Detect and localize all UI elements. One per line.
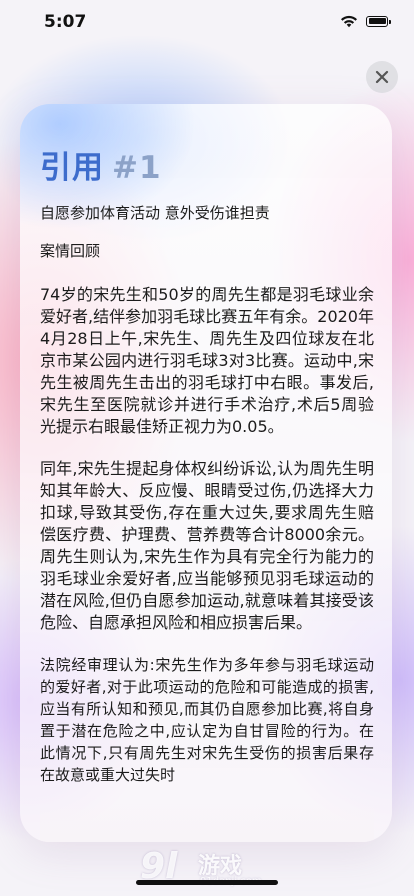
close-icon bbox=[375, 70, 389, 84]
article-paragraph: 法院经审理认为:宋先生作为多年参与羽毛球运动的爱好者,对于此项运动的危险和可能造… bbox=[40, 656, 374, 784]
quote-card: 引用 #1 自愿参加体育活动 意外受伤谁担责 案情回顾 74岁的宋先生和50岁的周… bbox=[20, 104, 392, 842]
article-paragraph: 74岁的宋先生和50岁的周先生都是羽毛球业余爱好者,结伴参加羽毛球比赛五年有余。… bbox=[40, 285, 374, 436]
card-title: 引用 #1 bbox=[40, 142, 162, 187]
card-title-label: 引用 bbox=[40, 150, 104, 186]
wifi-icon bbox=[341, 15, 357, 28]
home-indicator[interactable] bbox=[136, 880, 278, 885]
section-title: 案情回顾 bbox=[40, 242, 101, 260]
article-paragraph: 同年,宋先生提起身体权纠纷诉讼,认为周先生明知其年龄大、反应慢、眼睛受过伤,仍选… bbox=[40, 459, 374, 632]
status-time: 5:07 bbox=[44, 12, 87, 32]
card-title-number: #1 bbox=[112, 150, 162, 186]
battery-icon bbox=[366, 15, 391, 27]
article-headline: 自愿参加体育活动 意外受伤谁担责 bbox=[40, 204, 270, 222]
scroll-fade bbox=[40, 802, 374, 842]
close-button[interactable] bbox=[366, 61, 398, 93]
status-bar: 5:07 bbox=[0, 0, 414, 46]
article-body[interactable]: 自愿参加体育活动 意外受伤谁担责 案情回顾 74岁的宋先生和50岁的周先生都是羽… bbox=[40, 200, 374, 842]
status-icons bbox=[340, 14, 391, 28]
